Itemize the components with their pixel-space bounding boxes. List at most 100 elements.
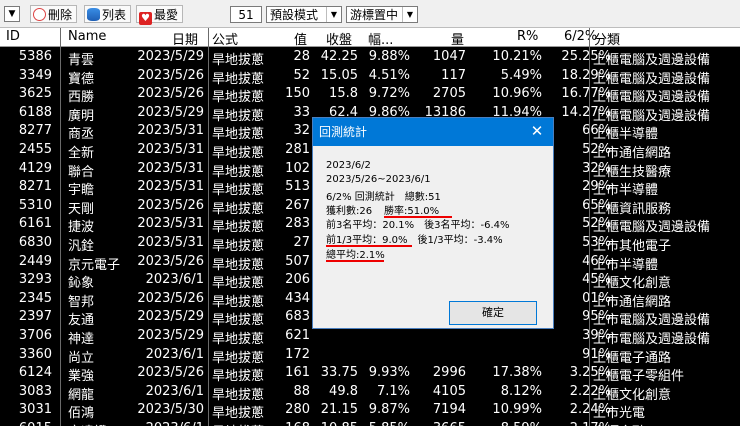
cell-date: 2023/5/29 bbox=[137, 309, 204, 325]
cell-val: 28 bbox=[293, 49, 310, 64]
column-divider bbox=[589, 28, 590, 426]
cell-val: 172 bbox=[285, 346, 310, 362]
column-header[interactable]: R% bbox=[517, 29, 538, 44]
cell-id: 2455 bbox=[18, 141, 52, 157]
table-row[interactable]: 6015 宏遠證2023/6/1 旱地拔蔥 168 10.855.85%3665 8.59… bbox=[0, 419, 740, 426]
cell-id: 5310 bbox=[18, 197, 52, 213]
cell-chg: 7.1% bbox=[376, 383, 410, 399]
cell-id: 6015 bbox=[0, 421, 52, 426]
cell-val: 280 bbox=[285, 402, 310, 418]
cell-date: 2023/5/31 bbox=[137, 160, 204, 176]
total-underline bbox=[326, 260, 384, 262]
cell-close: 21.15 bbox=[320, 402, 358, 418]
cell-date: 2023/5/26 bbox=[137, 86, 204, 102]
table-header: ID Name 日期 公式 值 收盤 幅... 量 R% 6/2% 分類 bbox=[0, 28, 740, 48]
cell-val: 27 bbox=[293, 234, 310, 250]
cell-vol: 7194 bbox=[432, 402, 466, 418]
cell-date: 2023/5/26 bbox=[137, 67, 204, 83]
table-row[interactable]: 3083 網龍 2023/6/1 旱地拔蔥 88 49.8 7.1% 4105 8.12% 2.2… bbox=[0, 382, 740, 403]
cell-id: 6830 bbox=[18, 234, 52, 250]
toolbar-dropdown-arrow[interactable]: ▼ bbox=[4, 6, 20, 22]
column-divider bbox=[60, 28, 61, 426]
cell-chg: 9.93% bbox=[368, 365, 410, 381]
cell-date: 2023/5/26 bbox=[137, 253, 204, 269]
close-icon[interactable]: ✕ bbox=[529, 123, 545, 139]
table-row[interactable]: 6124 業強 2023/5/26 旱地拔蔥 161 33.75 9.93% 2996 17.3… bbox=[0, 363, 740, 384]
cell-close: 49.8 bbox=[329, 383, 358, 399]
column-header[interactable]: 幅... bbox=[368, 29, 393, 48]
cell-val: 683 bbox=[285, 309, 310, 325]
cell-val: 507 bbox=[285, 253, 310, 269]
toolbar: ▼ 刪除 列表 ♥ 最愛 51 預設模式 ▼ 游標置中 ▼ bbox=[0, 0, 740, 28]
cell-close: 10.85 bbox=[314, 421, 358, 426]
cell-r: 10.96% bbox=[492, 86, 542, 102]
cell-vol: 4105 bbox=[432, 383, 466, 399]
column-header[interactable]: 值 bbox=[294, 29, 307, 48]
column-header[interactable]: 分類 bbox=[594, 29, 620, 48]
cell-val: 168 bbox=[276, 421, 310, 426]
cell-val: 32 bbox=[293, 123, 310, 139]
column-header[interactable]: Name bbox=[68, 29, 106, 44]
cell-id: 3293 bbox=[18, 272, 52, 288]
backtest-dialog: 回測統計 ✕ 2023/6/2 2023/5/26~2023/6/1 6/2% … bbox=[312, 117, 554, 329]
cell-close: 15.8 bbox=[329, 86, 358, 102]
cell-date: 2023/5/30 bbox=[137, 402, 204, 418]
cell-id: 3625 bbox=[18, 86, 52, 102]
cell-r: 8.12% bbox=[500, 383, 542, 399]
column-header[interactable]: ID bbox=[6, 29, 20, 44]
cell-close: 42.25 bbox=[320, 49, 358, 64]
table-row[interactable]: 3031 佰鴻 2023/5/30 旱地拔蔥 280 21.15 9.87% 7194 10.9… bbox=[0, 400, 740, 421]
cell-id: 6124 bbox=[18, 365, 52, 381]
cell-cat: 上櫃金融 bbox=[593, 421, 645, 426]
cell-chg: 9.72% bbox=[368, 86, 410, 102]
cursor-select[interactable]: 游標置中 ▼ bbox=[346, 6, 418, 23]
cell-val: 161 bbox=[285, 365, 310, 381]
cell-vol: 2996 bbox=[432, 365, 466, 381]
cell-val: 150 bbox=[285, 86, 310, 102]
table-row[interactable]: 5386 青雲 2023/5/29 旱地拔蔥 28 42.25 9.88% 1047 10.21… bbox=[0, 47, 740, 68]
favorite-button[interactable]: ♥ 最愛 bbox=[136, 5, 184, 25]
column-header[interactable]: 收盤 bbox=[326, 29, 352, 48]
delete-icon bbox=[33, 8, 46, 21]
table-row[interactable]: 3349 寶德 2023/5/26 旱地拔蔥 52 15.05 4.51% 117 5.49% 1… bbox=[0, 66, 740, 87]
column-header[interactable]: 日期 bbox=[172, 29, 198, 48]
cell-vol: 117 bbox=[441, 67, 466, 83]
dialog-range: 2023/5/26~2023/6/1 bbox=[326, 174, 431, 185]
cell-r: 17.38% bbox=[492, 365, 542, 381]
cell-val: 621 bbox=[285, 327, 310, 343]
cell-formula: 旱地拔蔥 bbox=[212, 421, 264, 426]
cell-val: 434 bbox=[285, 290, 310, 306]
cell-date: 2023/5/31 bbox=[137, 234, 204, 250]
cell-val: 33 bbox=[293, 104, 310, 120]
heart-icon: ♥ bbox=[139, 12, 152, 25]
cell-date: 2023/6/1 bbox=[145, 346, 204, 362]
cell-chg: 9.87% bbox=[368, 402, 410, 418]
ok-button[interactable]: 確定 bbox=[449, 301, 537, 325]
cell-vol: 1047 bbox=[432, 49, 466, 64]
list-button[interactable]: 列表 bbox=[84, 5, 132, 23]
column-header[interactable]: 6/2% bbox=[564, 29, 597, 44]
cell-close: 33.75 bbox=[320, 365, 358, 381]
cell-date: 2023/5/31 bbox=[137, 179, 204, 195]
column-header[interactable]: 量 bbox=[451, 29, 464, 48]
dialog-profit: 獲利數:26 bbox=[326, 206, 373, 217]
dialog-top3: 前3名平均：20.1% 後3名平均：-6.4% bbox=[326, 220, 510, 231]
cell-id: 4129 bbox=[18, 160, 52, 176]
cell-val: 52 bbox=[293, 67, 310, 83]
cell-id: 6188 bbox=[18, 104, 52, 120]
cell-id: 3706 bbox=[18, 327, 52, 343]
cell-close: 15.05 bbox=[320, 67, 358, 83]
cell-r: 10.21% bbox=[492, 49, 542, 64]
dialog-winrate: 勝率:51.0% bbox=[384, 206, 440, 217]
column-header[interactable]: 公式 bbox=[212, 29, 238, 48]
delete-button[interactable]: 刪除 bbox=[30, 5, 78, 23]
count-input[interactable]: 51 bbox=[230, 6, 262, 23]
cell-r: 8.59% bbox=[472, 421, 542, 426]
table-row[interactable]: 3625 西勝 2023/5/26 旱地拔蔥 150 15.8 9.72% 2705 10.96… bbox=[0, 84, 740, 105]
database-icon bbox=[87, 8, 100, 21]
mode-select[interactable]: 預設模式 ▼ bbox=[266, 6, 342, 23]
cell-id: 2397 bbox=[18, 309, 52, 325]
table-row[interactable]: 3360 尚立 2023/6/1 旱地拔蔥 172 91% 上櫃電子通路 bbox=[0, 345, 740, 366]
cell-chg: 9.88% bbox=[368, 49, 410, 64]
cell-date: 2023/5/26 bbox=[137, 290, 204, 306]
